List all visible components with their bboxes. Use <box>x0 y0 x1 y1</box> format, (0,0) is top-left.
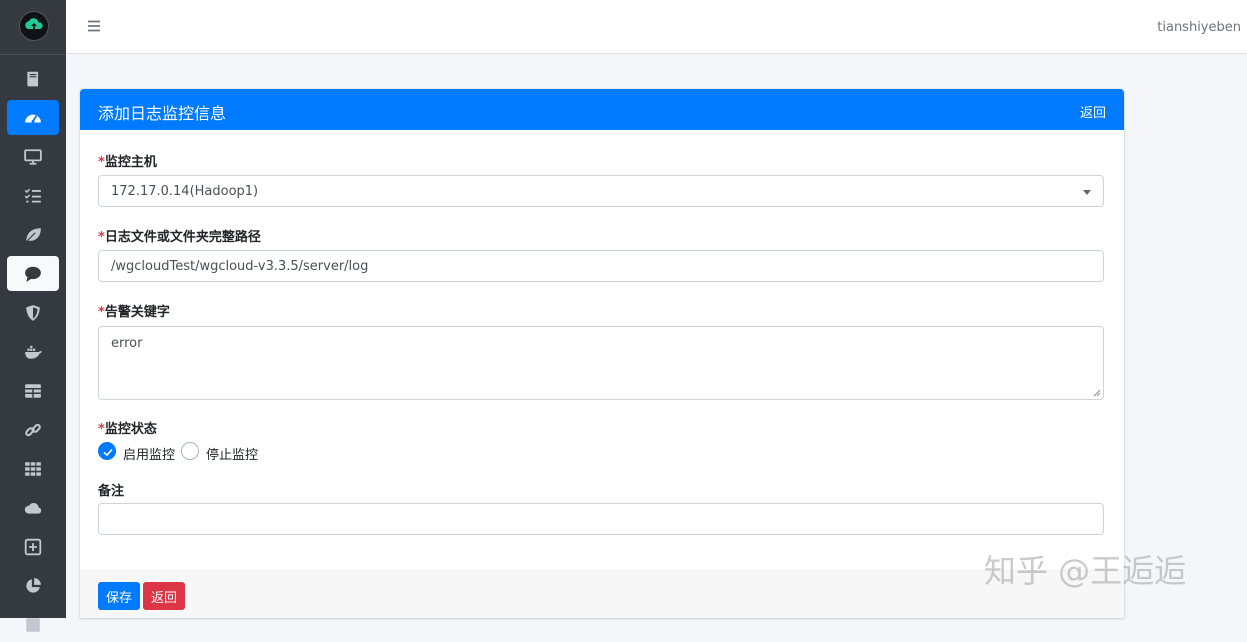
page-title: 添加日志监控信息 <box>98 104 227 123</box>
status-label: *监控状态 <box>98 422 157 437</box>
required-mark: * <box>98 305 105 320</box>
cloud-logo-icon <box>20 12 48 40</box>
sidebar-item-docker[interactable] <box>7 334 59 369</box>
host-select[interactable]: 172.17.0.14(Hadoop1) <box>98 175 1104 207</box>
topbar: tianshiyeben <box>66 0 1247 54</box>
path-input[interactable]: /wgcloudTest/wgcloud-v3.3.5/server/log <box>98 250 1104 282</box>
sidebar-item-cloud[interactable] <box>7 490 59 525</box>
host-label: *监控主机 <box>98 155 157 170</box>
brand[interactable] <box>0 0 66 55</box>
save-button[interactable]: 保存 <box>98 582 140 610</box>
status-disable-label[interactable]: 停止监控 <box>206 444 258 463</box>
grid-icon <box>25 461 41 476</box>
keyword-label: *告警关键字 <box>98 305 170 320</box>
plus-square-icon <box>24 538 42 555</box>
book-icon <box>27 71 39 86</box>
sidebar-item-dashboard[interactable] <box>7 100 59 135</box>
remark-input[interactable] <box>98 503 1104 535</box>
cloud-icon <box>24 502 42 514</box>
table-icon <box>25 383 41 398</box>
menu-toggle-icon[interactable] <box>86 19 102 33</box>
card-header: 添加日志监控信息 返回 <box>80 89 1124 130</box>
status-disable-radio[interactable] <box>181 442 199 460</box>
form-card: 添加日志监控信息 返回 *监控主机 172.17.0.14(Hadoop1) *… <box>80 89 1124 618</box>
sidebar-item-add[interactable] <box>7 529 59 564</box>
remark-label: 备注 <box>98 484 125 499</box>
resize-grip-icon[interactable] <box>1093 389 1101 397</box>
pie-chart-icon <box>26 577 41 593</box>
watermark: 知乎 @王逅逅 <box>984 552 1187 590</box>
host-select-value: 172.17.0.14(Hadoop1) <box>111 183 259 199</box>
sidebar-item-tasks[interactable] <box>7 178 59 213</box>
monitor-icon <box>24 148 42 165</box>
document-icon <box>26 617 40 632</box>
leaf-icon <box>25 227 41 242</box>
keyword-textarea[interactable]: error <box>98 326 1104 400</box>
required-mark: * <box>98 230 105 245</box>
keyword-textarea-value: error <box>111 336 143 351</box>
status-enable-label[interactable]: 启用监控 <box>123 444 175 463</box>
status-enable-radio[interactable] <box>98 442 116 460</box>
sidebar-item-shield[interactable] <box>7 295 59 330</box>
link-icon <box>25 423 41 436</box>
sidebar-item-chart[interactable] <box>7 568 59 603</box>
docker-icon <box>25 345 42 359</box>
path-label: *日志文件或文件夹完整路径 <box>98 230 261 245</box>
sidebar-item-log[interactable] <box>7 256 59 291</box>
dashboard-icon <box>25 114 41 123</box>
sidebar-item-leaf[interactable] <box>7 217 59 252</box>
chevron-down-icon <box>1083 190 1091 195</box>
check-icon <box>103 448 113 457</box>
sidebar-item-grid[interactable] <box>7 451 59 486</box>
sidebar-item-link[interactable] <box>7 412 59 447</box>
sidebar-item-monitor[interactable] <box>7 139 59 174</box>
username[interactable]: tianshiyeben <box>1157 20 1241 35</box>
sidebar-item-book[interactable] <box>7 61 59 96</box>
card-footer: 保存 返回 <box>80 570 1124 618</box>
header-back-link[interactable]: 返回 <box>1080 102 1106 121</box>
comment-icon <box>25 266 41 282</box>
sidebar <box>0 0 66 632</box>
path-input-value: /wgcloudTest/wgcloud-v3.3.5/server/log <box>111 258 369 274</box>
shield-icon <box>26 304 40 321</box>
sidebar-item-table[interactable] <box>7 373 59 408</box>
sidebar-item-more[interactable] <box>7 607 59 642</box>
required-mark: * <box>98 422 105 437</box>
cancel-button[interactable]: 返回 <box>143 582 185 610</box>
list-check-icon <box>24 188 41 203</box>
required-mark: * <box>98 155 105 170</box>
